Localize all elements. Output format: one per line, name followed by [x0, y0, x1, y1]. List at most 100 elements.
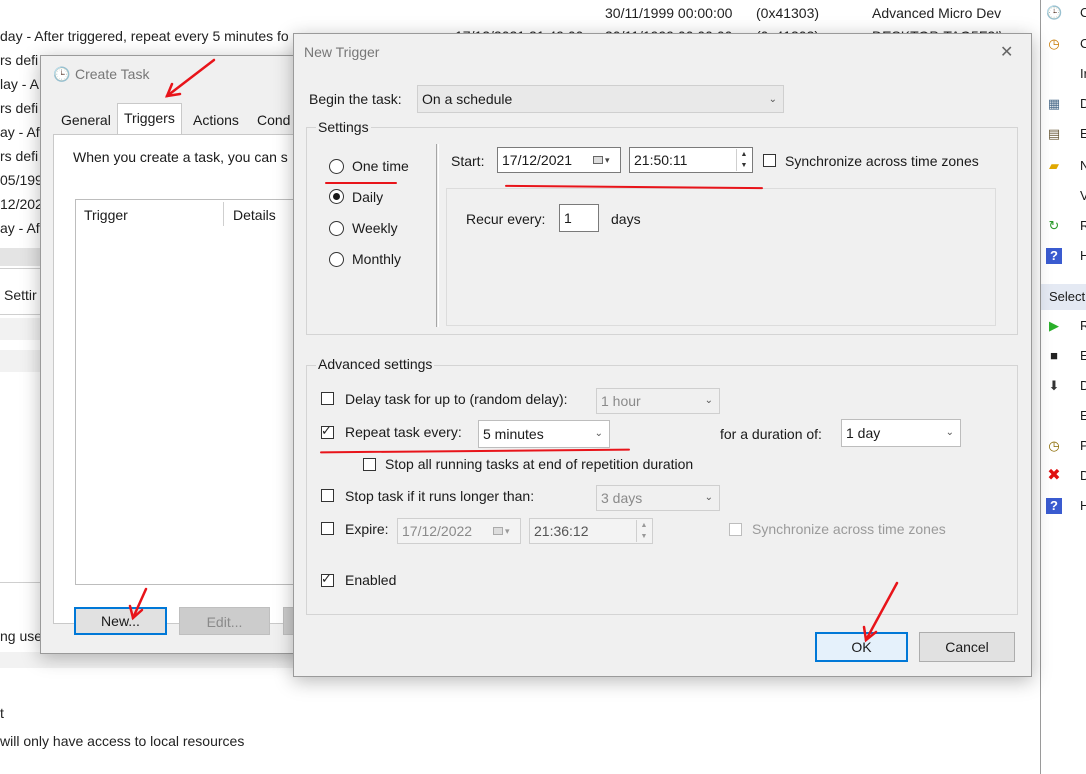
duration-dropdown[interactable]: 1 day ⌄: [841, 419, 961, 447]
settings-label: Settings: [316, 119, 371, 135]
expire-time-field[interactable]: 21:36:12 ▲ ▼: [529, 518, 653, 544]
label-weekly[interactable]: Weekly: [352, 220, 398, 236]
begin-task-dropdown[interactable]: On a schedule ⌄: [417, 85, 784, 113]
action-item[interactable]: ▶ R: [1046, 316, 1086, 338]
triggers-description: When you create a task, you can s: [73, 149, 288, 165]
tab-conditions[interactable]: Cond: [251, 106, 296, 134]
duration-label: for a duration of:: [720, 426, 822, 442]
bg-frag: rs defi: [0, 100, 39, 116]
new-trigger-button[interactable]: New...: [74, 607, 167, 635]
expire-checkbox[interactable]: [321, 522, 334, 535]
triggers-list[interactable]: Trigger Details: [75, 199, 303, 585]
display-icon: ▦: [1047, 96, 1061, 111]
enabled-label[interactable]: Enabled: [345, 572, 396, 588]
stop-longer-checkbox[interactable]: [321, 489, 334, 502]
label-monthly[interactable]: Monthly: [352, 251, 401, 267]
edit-trigger-button[interactable]: Edit...: [179, 607, 270, 635]
enabled-checkbox[interactable]: ✓: [321, 571, 334, 587]
action-item[interactable]: ⬇ D: [1046, 376, 1086, 398]
stop-running-checkbox[interactable]: [363, 458, 376, 471]
new-trigger-window: New Trigger ✕ Begin the task: On a sched…: [293, 33, 1032, 677]
expire-sync-label[interactable]: Synchronize across time zones: [752, 521, 946, 537]
time-spinner[interactable]: ▲ ▼: [736, 149, 751, 171]
radio-weekly[interactable]: [329, 221, 344, 236]
radio-monthly[interactable]: [329, 252, 344, 267]
action-item[interactable]: ▦ D: [1046, 94, 1086, 116]
bg-frag: rs defi: [0, 148, 39, 164]
radio-one-time[interactable]: [329, 159, 344, 174]
action-item[interactable]: ▰ N: [1046, 156, 1086, 178]
tab-triggers[interactable]: Triggers: [117, 103, 182, 135]
action-item[interactable]: ? H: [1046, 496, 1086, 518]
bg-frag: 05/199: [0, 172, 43, 188]
expire-date-picker[interactable]: 17/12/2022 ▾: [397, 518, 521, 544]
bg-row-triggers: day - After triggered, repeat every 5 mi…: [0, 28, 289, 44]
check-icon: ✓: [321, 571, 332, 586]
ok-button[interactable]: OK: [815, 632, 908, 662]
repeat-interval-dropdown[interactable]: 5 minutes ⌄: [478, 420, 610, 448]
start-date-picker[interactable]: 17/12/2021 ▾: [497, 147, 621, 173]
delay-checkbox[interactable]: [321, 392, 334, 405]
recur-every-input[interactable]: 1: [559, 204, 599, 232]
label-one-time[interactable]: One time: [352, 158, 409, 174]
triggers-tab-panel: When you create a task, you can s Trigge…: [53, 134, 303, 635]
radio-daily[interactable]: [329, 189, 344, 204]
chevron-down-icon: ⌄: [594, 428, 603, 439]
start-label: Start:: [451, 153, 485, 169]
action-item[interactable]: ▤ E: [1046, 124, 1086, 146]
create-task-title: Create Task: [75, 66, 150, 82]
expire-label[interactable]: Expire:: [345, 521, 389, 537]
tab-actions[interactable]: Actions: [187, 106, 245, 134]
column-trigger[interactable]: Trigger: [84, 207, 128, 223]
tab-general[interactable]: General: [55, 106, 117, 134]
close-icon[interactable]: ✕: [1000, 42, 1013, 62]
sync-timezones-label[interactable]: Synchronize across time zones: [785, 153, 979, 169]
column-details[interactable]: Details: [233, 207, 276, 223]
bg-frag: ay - Aft: [0, 220, 44, 236]
bg-frag: rs defi: [0, 52, 39, 68]
delay-label[interactable]: Delay task for up to (random delay):: [345, 391, 568, 407]
start-time-field[interactable]: 21:50:11 ▲ ▼: [629, 147, 753, 173]
stop-running-label[interactable]: Stop all running tasks at end of repetit…: [385, 456, 693, 472]
expire-sync-checkbox[interactable]: [729, 523, 742, 536]
calendar-icon: [493, 527, 503, 535]
action-item[interactable]: ? H: [1046, 246, 1086, 268]
stop-longer-label[interactable]: Stop task if it runs longer than:: [345, 488, 534, 504]
bg-frag: lay - A: [0, 76, 39, 92]
delay-dropdown[interactable]: 1 hour ⌄: [596, 388, 720, 414]
time-spinner[interactable]: ▲ ▼: [636, 520, 651, 542]
sync-timezones-checkbox[interactable]: [763, 154, 776, 167]
stop-icon: ■: [1050, 348, 1058, 363]
bg-trigger-time: 30/11/1999 00:00:00: [605, 5, 733, 21]
action-item[interactable]: ◷ P: [1046, 436, 1086, 458]
task-icon: ◷: [1048, 36, 1060, 51]
help-icon: ?: [1046, 248, 1062, 264]
chevron-down-icon: ⌄: [704, 492, 713, 503]
repeat-task-label[interactable]: Repeat task every:: [345, 424, 462, 440]
label-daily[interactable]: Daily: [352, 189, 383, 205]
chevron-down-icon: ⌄: [704, 395, 713, 406]
create-task-tabs: General Triggers Actions Cond: [53, 103, 303, 135]
create-task-window: 🕒 Create Task General Triggers Actions C…: [40, 55, 304, 654]
bg-local-resources: will only have access to local resources: [0, 733, 245, 749]
begin-task-label: Begin the task:: [309, 91, 402, 107]
bg-settings-tab[interactable]: Settir: [4, 287, 37, 303]
chevron-down-icon: ▾: [505, 526, 510, 536]
action-item[interactable]: Ir: [1046, 64, 1086, 86]
annotation-underline-daily: [325, 182, 397, 184]
action-item[interactable]: ■ E: [1046, 346, 1086, 368]
cancel-button[interactable]: Cancel: [919, 632, 1015, 662]
action-item[interactable]: ◷ C: [1046, 34, 1086, 56]
stop-longer-dropdown[interactable]: 3 days ⌄: [596, 485, 720, 511]
recurrence-panel: [446, 188, 996, 326]
action-item[interactable]: E: [1046, 406, 1086, 428]
action-item[interactable]: V: [1046, 186, 1086, 208]
clock-icon: 🕒: [53, 66, 71, 82]
action-item[interactable]: ✖ D: [1046, 466, 1086, 488]
advanced-settings-label: Advanced settings: [316, 356, 435, 372]
repeat-task-checkbox[interactable]: ✓: [321, 423, 334, 439]
recur-every-label: Recur every:: [466, 211, 546, 227]
action-item[interactable]: ↻ R: [1046, 216, 1086, 238]
action-item[interactable]: 🕒 C: [1046, 3, 1086, 25]
list-icon: ▤: [1047, 126, 1061, 141]
